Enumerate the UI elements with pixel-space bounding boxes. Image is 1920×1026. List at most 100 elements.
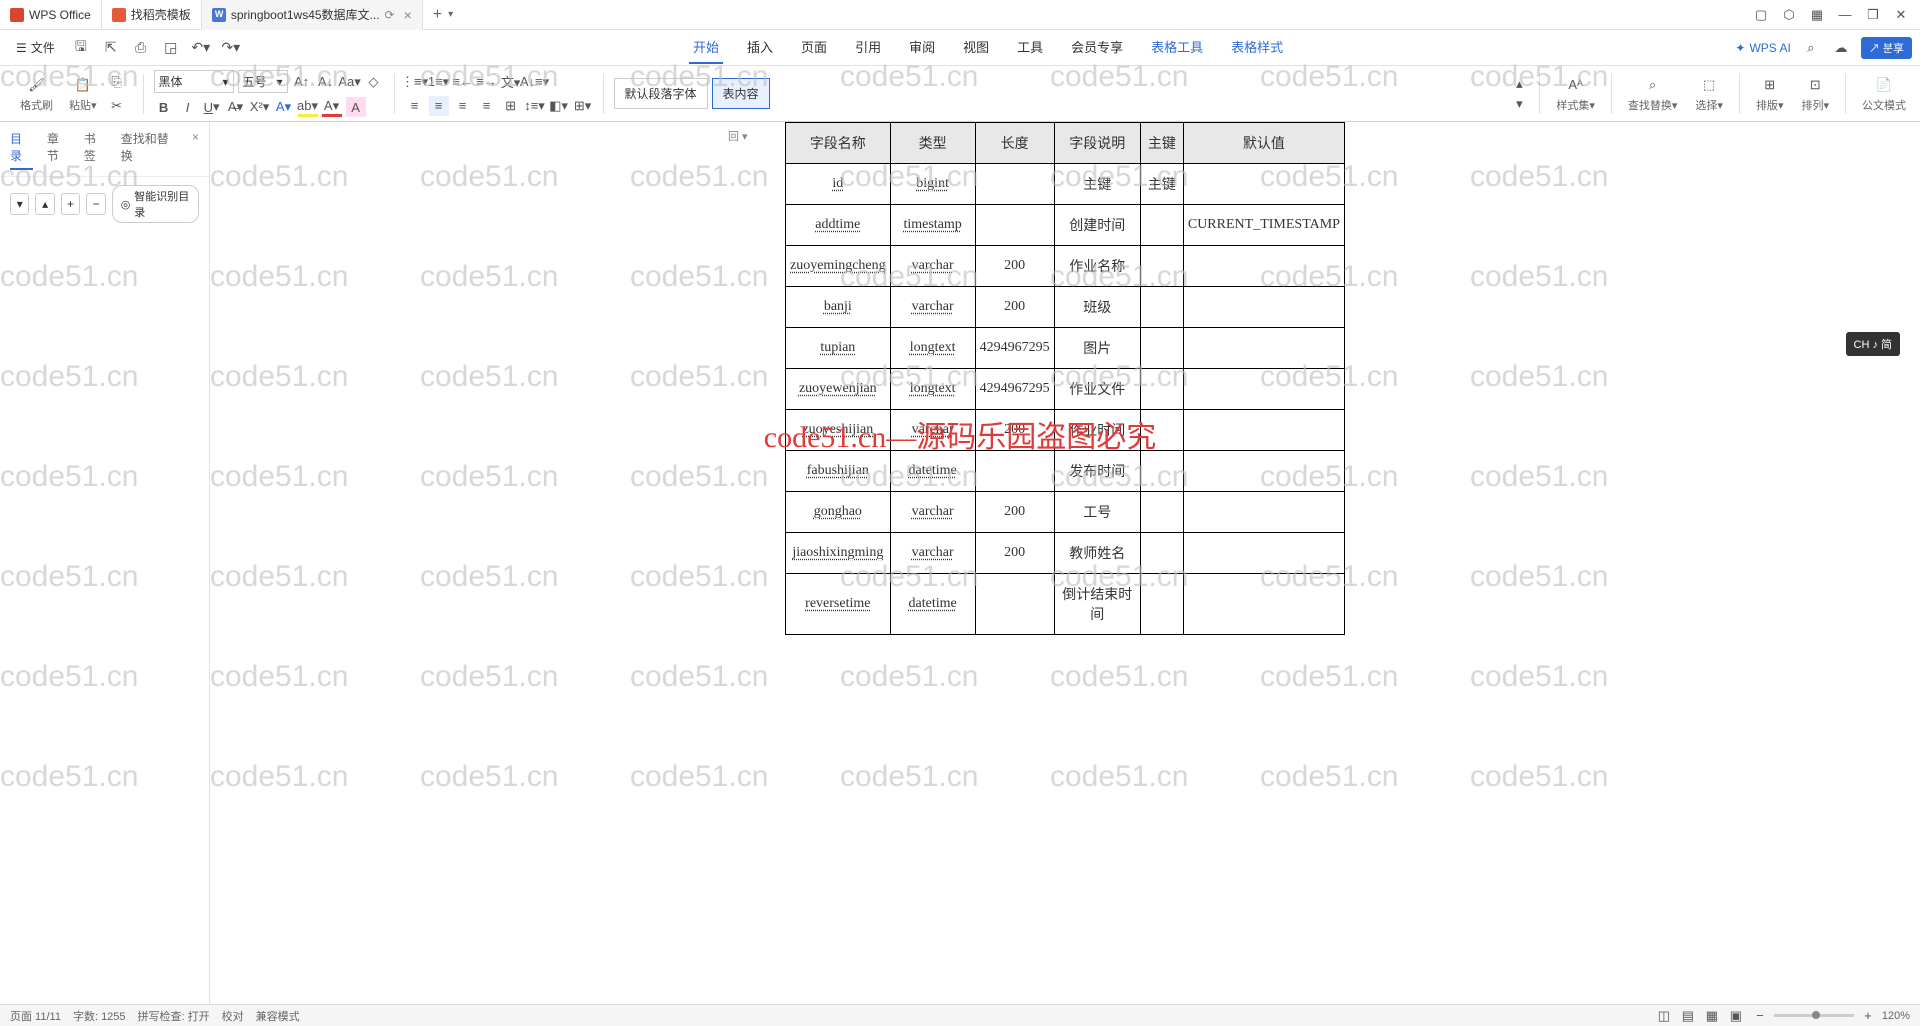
table-cell[interactable]: 主键 xyxy=(1140,164,1183,205)
tab-tools[interactable]: 工具 xyxy=(1013,31,1047,64)
undo-button[interactable]: ↶▾ xyxy=(191,38,211,58)
minimize-button[interactable]: — xyxy=(1838,8,1852,22)
table-cell[interactable]: longtext xyxy=(890,328,975,369)
table-cell[interactable]: 作业文件 xyxy=(1054,369,1140,410)
toc-remove-button[interactable]: − xyxy=(86,193,105,215)
table-row[interactable]: addtimetimestamp创建时间CURRENT_TIMESTAMP xyxy=(786,205,1345,246)
table-cell[interactable]: addtime xyxy=(786,205,891,246)
table-cell[interactable]: banji xyxy=(786,287,891,328)
table-cell[interactable] xyxy=(1140,328,1183,369)
database-schema-table[interactable]: 字段名称 类型 长度 字段说明 主键 默认值 idbigint主键主键addti… xyxy=(785,122,1345,635)
table-cell[interactable]: 发布时间 xyxy=(1054,451,1140,492)
toc-collapse-button[interactable]: ▾ xyxy=(10,193,29,215)
sidebar-tab-toc[interactable]: 目录 xyxy=(10,130,33,170)
font-color-button[interactable]: A▾ xyxy=(322,97,342,117)
cloud-icon[interactable]: ☁ xyxy=(1831,38,1851,58)
table-cell[interactable] xyxy=(975,164,1054,205)
sidebar-close-icon[interactable]: × xyxy=(192,130,199,170)
sidebar-tab-findrep[interactable]: 查找和替换 xyxy=(121,130,178,170)
sidebar-tab-bookmark[interactable]: 书签 xyxy=(84,130,107,170)
table-cell[interactable] xyxy=(1183,328,1344,369)
table-cell[interactable]: 200 xyxy=(975,410,1054,451)
tab-reference[interactable]: 引用 xyxy=(851,31,885,64)
table-cell[interactable]: varchar xyxy=(890,287,975,328)
tab-wps-office[interactable]: WPS Office xyxy=(0,0,102,30)
superscript-button[interactable]: X²▾ xyxy=(250,97,270,117)
table-cell[interactable]: 200 xyxy=(975,492,1054,533)
table-cell[interactable] xyxy=(975,451,1054,492)
table-cell[interactable] xyxy=(1183,533,1344,574)
tab-table-style[interactable]: 表格样式 xyxy=(1227,31,1287,64)
table-cell[interactable] xyxy=(1140,287,1183,328)
highlight-button[interactable]: ab▾ xyxy=(298,97,318,117)
tab-page[interactable]: 页面 xyxy=(797,31,831,64)
style-scroll-up[interactable]: ▴ xyxy=(1509,74,1529,94)
zoom-percent[interactable]: 120% xyxy=(1882,1010,1910,1022)
font-size-select[interactable]: 五号▾ xyxy=(238,70,288,93)
arrange-button[interactable]: ⊡排列▾ xyxy=(1795,75,1835,113)
table-cell[interactable] xyxy=(1183,410,1344,451)
table-cell[interactable] xyxy=(1140,451,1183,492)
tab-close-icon[interactable]: × xyxy=(404,7,412,23)
select-button[interactable]: ⬚选择▾ xyxy=(1689,75,1729,113)
outline-toggle[interactable]: 回 ▾ xyxy=(728,128,748,144)
find-replace-button[interactable]: ⌕查找替换▾ xyxy=(1622,75,1684,113)
font-family-select[interactable]: 黑体▾ xyxy=(154,70,234,93)
table-cell[interactable]: 作业名称 xyxy=(1054,246,1140,287)
table-cell[interactable]: id xyxy=(786,164,891,205)
tab-view[interactable]: 视图 xyxy=(959,31,993,64)
bullets-button[interactable]: ⋮≡▾ xyxy=(405,72,425,92)
save-icon[interactable]: 🖫 xyxy=(71,38,91,58)
cut-icon[interactable]: ✂ xyxy=(107,96,127,116)
view-mode-2[interactable]: ▤ xyxy=(1678,1006,1698,1026)
table-cell[interactable]: bigint xyxy=(890,164,975,205)
paste-button[interactable]: 📋粘贴▾ xyxy=(63,75,103,113)
table-cell[interactable]: 200 xyxy=(975,287,1054,328)
layout-button[interactable]: ⊞排版▾ xyxy=(1750,75,1790,113)
view-mode-1[interactable]: ◫ xyxy=(1654,1006,1674,1026)
table-row[interactable]: gonghaovarchar200工号 xyxy=(786,492,1345,533)
align-left-button[interactable]: ≡ xyxy=(405,96,425,116)
shading-button[interactable]: ◧▾ xyxy=(549,96,569,116)
table-row[interactable]: tupianlongtext4294967295图片 xyxy=(786,328,1345,369)
print-icon[interactable]: ⎙ xyxy=(131,38,151,58)
table-cell[interactable]: gonghao xyxy=(786,492,891,533)
table-row[interactable]: idbigint 主键主键 xyxy=(786,164,1345,205)
table-cell[interactable]: varchar xyxy=(890,492,975,533)
decrease-font-icon[interactable]: A↓ xyxy=(316,72,336,92)
spell-check-status[interactable]: 拼写检查: 打开 xyxy=(138,1008,210,1024)
clear-format-icon[interactable]: ◇ xyxy=(364,72,384,92)
table-cell[interactable]: 200 xyxy=(975,533,1054,574)
smart-toc-button[interactable]: ◎智能识别目录 xyxy=(112,185,199,223)
zoom-out-button[interactable]: − xyxy=(1750,1006,1770,1026)
numbering-button[interactable]: 1≡▾ xyxy=(429,72,449,92)
tab-table-tools[interactable]: 表格工具 xyxy=(1147,31,1207,64)
table-cell[interactable]: 主键 xyxy=(1054,164,1140,205)
table-cell[interactable]: timestamp xyxy=(890,205,975,246)
tab-member[interactable]: 会员专享 xyxy=(1067,31,1127,64)
table-cell[interactable]: datetime xyxy=(890,451,975,492)
table-cell[interactable] xyxy=(1183,369,1344,410)
table-cell[interactable]: 4294967295 xyxy=(975,328,1054,369)
compat-mode-status[interactable]: 兼容模式 xyxy=(256,1008,300,1024)
table-cell[interactable]: tupian xyxy=(786,328,891,369)
table-cell[interactable] xyxy=(975,205,1054,246)
maximize-button[interactable]: ❐ xyxy=(1866,8,1880,22)
table-cell[interactable] xyxy=(1140,369,1183,410)
italic-button[interactable]: I xyxy=(178,97,198,117)
table-row[interactable]: fabushijiandatetime发布时间 xyxy=(786,451,1345,492)
view-mode-3[interactable]: ▦ xyxy=(1702,1006,1722,1026)
toc-promote-button[interactable]: ▴ xyxy=(35,193,54,215)
table-cell[interactable]: longtext xyxy=(890,369,975,410)
table-cell[interactable] xyxy=(1183,451,1344,492)
document-area[interactable]: 回 ▾ 字段名称 类型 长度 字段说明 主键 默认值 idbigint主键主键a… xyxy=(210,122,1920,1004)
borders-button[interactable]: ⊞▾ xyxy=(573,96,593,116)
table-cell[interactable]: zuoyeshijian xyxy=(786,410,891,451)
table-cell[interactable]: varchar xyxy=(890,533,975,574)
sort-button[interactable]: A↓≡▾ xyxy=(525,72,545,92)
export-icon[interactable]: ⇱ xyxy=(101,38,121,58)
table-row[interactable]: zuoyeshijianvarchar200作业时间 xyxy=(786,410,1345,451)
table-row[interactable]: zuoyewenjianlongtext4294967295作业文件 xyxy=(786,369,1345,410)
table-cell[interactable] xyxy=(1183,492,1344,533)
change-case-icon[interactable]: Aa▾ xyxy=(340,72,360,92)
